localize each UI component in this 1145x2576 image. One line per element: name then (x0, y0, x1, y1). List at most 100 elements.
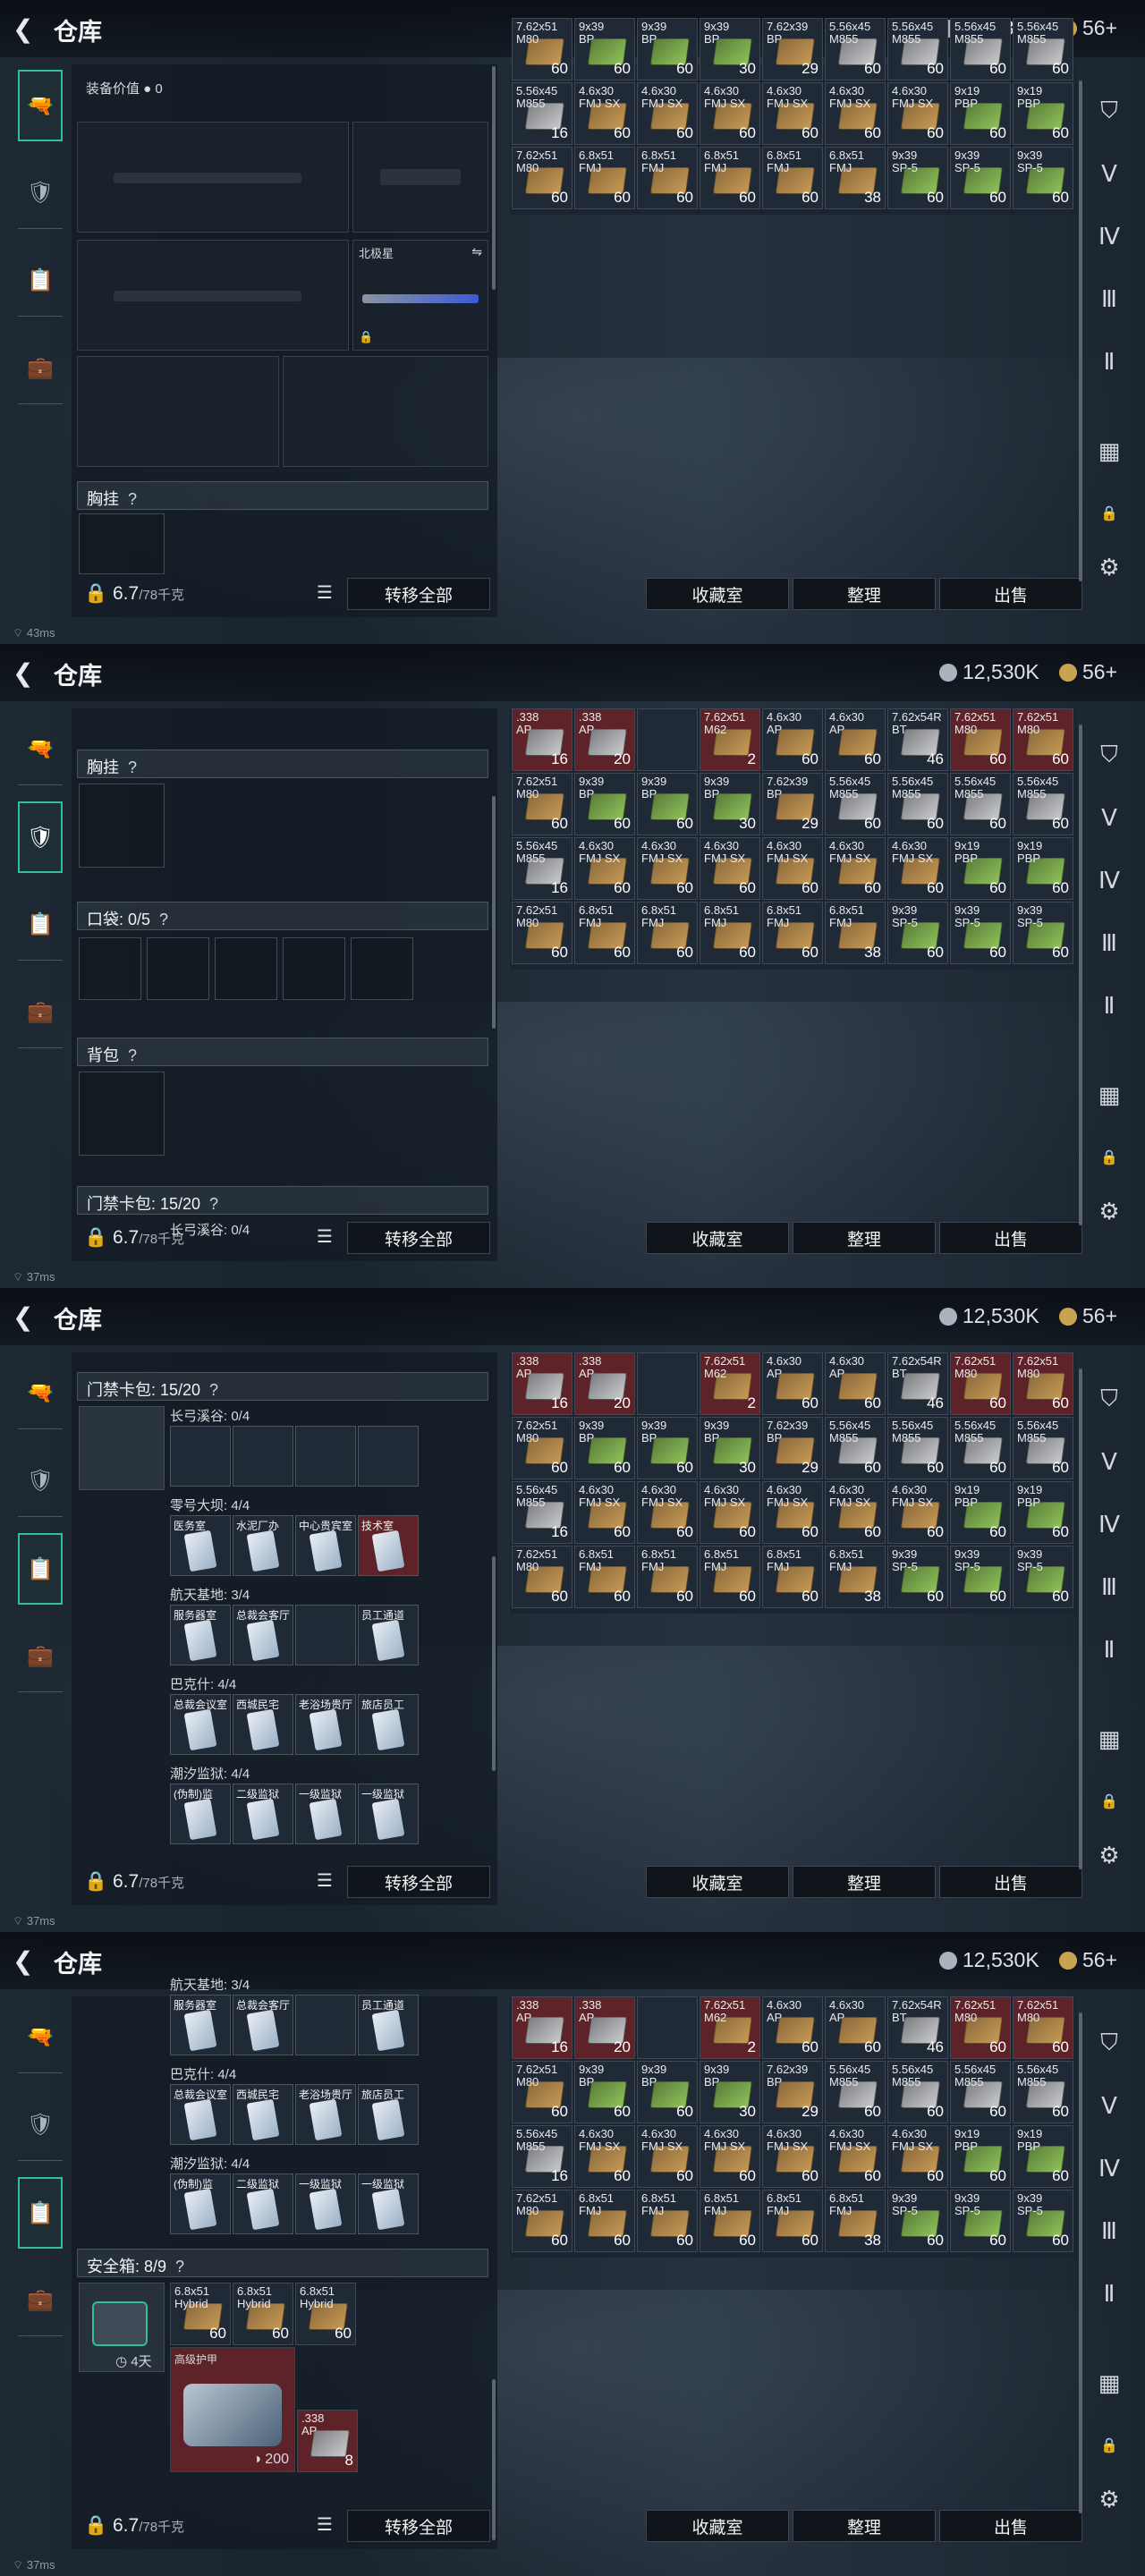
pocket-slot[interactable] (79, 937, 141, 1000)
stash-item[interactable]: 6.8x51 FMJ 60 (637, 2190, 698, 2252)
keycard-slot[interactable]: 旅店员工 (358, 2084, 419, 2145)
stash-folder-icon[interactable]: ▦ (1090, 1719, 1129, 1758)
stash-item[interactable]: .338 AP 16 (512, 1996, 572, 2059)
tab-armor-tab[interactable]: 🛡 (18, 157, 63, 229)
help-icon[interactable]: ? (209, 1381, 218, 1400)
stash-item[interactable]: 9x39 BP 60 (637, 1417, 698, 1479)
chest-rig-slot[interactable] (79, 784, 165, 868)
stash-item[interactable]: 7.62x51 M80 60 (1013, 1352, 1073, 1415)
stash-item[interactable]: 9x39 SP-5 60 (887, 147, 948, 209)
stash-item[interactable]: 9x39 BP 60 (574, 2061, 635, 2123)
pocket-slot[interactable] (283, 937, 345, 1000)
stash-item[interactable]: 9x39 SP-5 60 (1013, 902, 1073, 964)
stash-item[interactable]: 7.62x39 BP 29 (762, 2061, 823, 2123)
stash-item[interactable]: 7.62x51 M80 60 (512, 1417, 572, 1479)
stash-item[interactable]: 4.6x30 FMJ SX 60 (574, 82, 635, 145)
silver-currency[interactable]: 12,530K (939, 1948, 1039, 1972)
stash-item[interactable]: 4.6x30 FMJ SX 60 (887, 1481, 948, 1544)
stash-item[interactable]: 5.56x45 M855 60 (950, 1417, 1011, 1479)
stash-item[interactable]: 4.6x30 FMJ SX 60 (762, 837, 823, 900)
stash-item[interactable]: 7.62x51 M80 60 (512, 2190, 572, 2252)
help-icon[interactable]: ? (128, 490, 137, 509)
stash-item[interactable]: 5.56x45 M855 60 (825, 1417, 886, 1479)
keycard-slot[interactable]: 一级监狱 (358, 1784, 419, 1844)
stash-item[interactable]: 9x39 BP 60 (574, 1417, 635, 1479)
keycard-slot[interactable]: 西城民宅 (233, 1694, 293, 1755)
stash-item[interactable]: 6.8x51 FMJ 60 (762, 2190, 823, 2252)
stash-item[interactable]: 4.6x30 AP 60 (825, 1352, 886, 1415)
stash-item[interactable]: 9x39 SP-5 60 (1013, 1546, 1073, 1608)
keycard-slot[interactable]: 技术室 (358, 1515, 419, 1576)
stash-iii-icon[interactable]: Ⅲ (1090, 1567, 1129, 1606)
stash-iii-icon[interactable]: Ⅲ (1090, 923, 1129, 962)
keycard-slot[interactable]: 西城民宅 (233, 2084, 293, 2145)
stash-item[interactable]: 9x39 BP 60 (574, 773, 635, 835)
backpack-slot[interactable] (79, 1072, 165, 1156)
stash-iv-icon[interactable]: Ⅳ (1090, 860, 1129, 900)
tab-case-tab[interactable]: 💼 (18, 977, 63, 1048)
sell-button[interactable]: 出售 (939, 2510, 1082, 2542)
stash-v-icon[interactable]: Ⅴ (1090, 2086, 1129, 2125)
stash-item[interactable]: .338 AP 20 (574, 1352, 635, 1415)
stash-item[interactable]: 5.56x45 M855 60 (887, 773, 948, 835)
stash-item[interactable]: 5.56x45 M855 60 (887, 2061, 948, 2123)
stash-item[interactable]: 6.8x51 FMJ 60 (762, 1546, 823, 1608)
stash-item[interactable]: 6.8x51 FMJ 60 (700, 1546, 760, 1608)
transfer-all-button[interactable]: 转移全部 (347, 2510, 490, 2542)
stash-main-icon[interactable]: ⛉ (1090, 735, 1129, 775)
stash-folder-icon[interactable]: ▦ (1090, 2363, 1129, 2402)
stash-item[interactable]: 4.6x30 FMJ SX 60 (887, 837, 948, 900)
stash-item[interactable]: 4.6x30 FMJ SX 60 (762, 2125, 823, 2188)
stash-item[interactable]: 9x19 PBP 60 (950, 1481, 1011, 1544)
tab-armor-tab[interactable]: 🛡 (18, 2089, 63, 2161)
keycard-slot[interactable]: 二级监狱 (233, 1784, 293, 1844)
stash-item[interactable]: 5.56x45 M855 60 (825, 18, 886, 80)
stash-item[interactable]: 4.6x30 FMJ SX 60 (825, 1481, 886, 1544)
stash-item[interactable]: 4.6x30 FMJ SX 60 (825, 2125, 886, 2188)
pocket-slot[interactable] (147, 937, 209, 1000)
keycard-slot[interactable]: 总裁会客厅 (233, 1605, 293, 1665)
stash-item[interactable]: 4.6x30 FMJ SX 60 (574, 1481, 635, 1544)
gear-icon[interactable]: ⚙ (1090, 1191, 1129, 1231)
stash-item[interactable]: 4.6x30 FMJ SX 60 (637, 82, 698, 145)
keycard-slot[interactable] (295, 1605, 356, 1665)
keycard-slot[interactable]: (伪制)监 (170, 2174, 231, 2234)
stash-item[interactable]: 7.62x51 M80 60 (512, 1546, 572, 1608)
loadout-scrollbar[interactable] (492, 1556, 496, 1771)
keycard-slot[interactable]: 水泥厂办 (233, 1515, 293, 1576)
stash-item[interactable]: 4.6x30 FMJ SX 60 (637, 2125, 698, 2188)
stash-item[interactable]: 7.62x51 M80 60 (950, 708, 1011, 771)
stash-item[interactable]: 7.62x54R BT 46 (887, 1996, 948, 2059)
stash-item[interactable]: 4.6x30 FMJ SX 60 (700, 2125, 760, 2188)
stash-item[interactable]: 5.56x45 M855 16 (512, 1481, 572, 1544)
safe-ammo-item[interactable]: 6.8x51 Hybrid 60 (170, 2283, 231, 2345)
stash-item[interactable]: 7.62x51 M80 60 (512, 902, 572, 964)
stash-item[interactable]: 4.6x30 FMJ SX 60 (762, 1481, 823, 1544)
stash-item[interactable]: 9x39 SP-5 60 (1013, 147, 1073, 209)
gear-icon[interactable]: ⚙ (1090, 2479, 1129, 2519)
stash-item[interactable]: 9x19 PBP 60 (1013, 2125, 1073, 2188)
stash-item[interactable]: 9x39 SP-5 60 (950, 2190, 1011, 2252)
organize-button[interactable]: 整理 (793, 2510, 936, 2542)
stash-item[interactable] (637, 1352, 698, 1415)
tab-weapon-tab[interactable]: 🔫 (18, 714, 63, 785)
keycard-slot[interactable] (295, 1426, 356, 1487)
keycard-slot[interactable]: 总裁会客厅 (233, 1995, 293, 2055)
stash-v-icon[interactable]: Ⅴ (1090, 1442, 1129, 1481)
stash-item[interactable]: 7.62x51 M80 60 (512, 18, 572, 80)
stash-item[interactable]: 9x39 BP 30 (700, 773, 760, 835)
keycard-case-slot[interactable] (79, 1406, 165, 1490)
stash-item[interactable]: 9x39 SP-5 60 (950, 147, 1011, 209)
tab-weapon-tab[interactable]: 🔫 (18, 1358, 63, 1429)
stash-iv-icon[interactable]: Ⅳ (1090, 2148, 1129, 2188)
stash-item[interactable]: 7.62x51 M80 60 (512, 2061, 572, 2123)
tab-card-tab[interactable]: 📋 (18, 889, 63, 961)
stash-item[interactable]: .338 AP 20 (574, 708, 635, 771)
stash-item[interactable]: 7.62x51 M80 60 (512, 773, 572, 835)
stash-item[interactable]: 5.56x45 M855 60 (1013, 2061, 1073, 2123)
tab-case-tab[interactable]: 💼 (18, 333, 63, 404)
stash-item[interactable]: 9x39 BP 60 (574, 18, 635, 80)
stash-item[interactable]: 4.6x30 FMJ SX 60 (700, 82, 760, 145)
stash-item[interactable]: 9x39 SP-5 60 (887, 2190, 948, 2252)
stash-item[interactable]: 6.8x51 FMJ 60 (574, 902, 635, 964)
